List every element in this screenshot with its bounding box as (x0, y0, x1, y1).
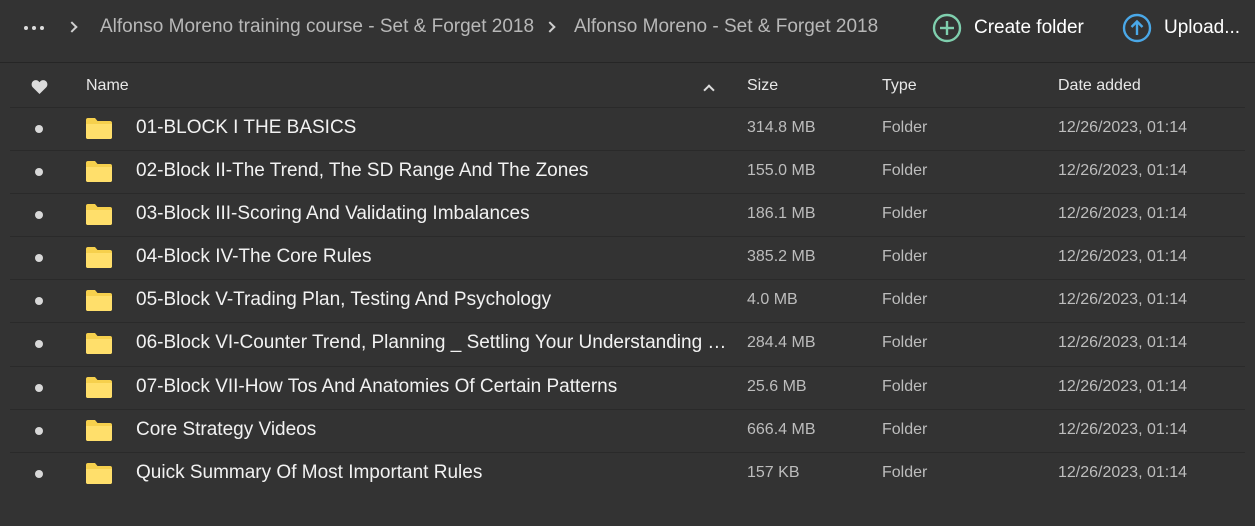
table-header: Name Size Type Date added (0, 64, 1255, 108)
row-name[interactable]: 06-Block VI-Counter Trend, Planning _ Se… (136, 332, 728, 354)
row-size: 284.4 MB (747, 334, 816, 352)
table-row[interactable]: 04-Block IV-The Core Rules 385.2 MB Folder… (10, 236, 1245, 279)
row-date: 12/26/2023, 01:14 (1058, 205, 1188, 223)
folder-icon (85, 461, 113, 485)
row-date: 12/26/2023, 01:14 (1058, 119, 1188, 136)
table-row[interactable]: Quick Summary Of Most Important Rules 157… (10, 451, 1245, 495)
sort-ascending-icon[interactable] (703, 83, 715, 95)
row-date: 12/26/2023, 01:14 (1058, 377, 1188, 395)
row-type: Folder (882, 248, 928, 266)
row-size: 155.0 MB (747, 162, 816, 180)
row-name[interactable]: 07-Block VII-How Tos And Anatomies Of Ce… (136, 376, 728, 398)
column-header-type[interactable]: Type (882, 77, 917, 95)
row-select-dot[interactable] (35, 125, 43, 133)
row-type: Folder (882, 463, 928, 481)
row-date: 12/26/2023, 01:14 (1058, 463, 1188, 481)
column-header-date[interactable]: Date added (1058, 77, 1141, 95)
table-row[interactable]: 05-Block V-Trading Plan, Testing And Psy… (10, 279, 1245, 322)
row-size: 385.2 MB (747, 248, 816, 266)
breadcrumb-item-current[interactable]: Alfonso Moreno - Set & Forget 2018 (574, 16, 878, 38)
row-select-dot[interactable] (35, 254, 43, 263)
row-name[interactable]: 02-Block II-The Trend, The SD Range And … (136, 160, 728, 182)
row-type: Folder (882, 334, 928, 352)
row-name[interactable]: 01-BLOCK I THE BASICS (136, 117, 728, 139)
table-row[interactable]: Core Strategy Videos 666.4 MB Folder 12/26/… (10, 408, 1245, 452)
folder-icon (85, 288, 113, 312)
row-type: Folder (882, 119, 928, 136)
folder-icon (85, 159, 113, 183)
upload-arrow-circle-icon (1122, 13, 1152, 43)
folder-icon (85, 202, 113, 226)
row-type: Folder (882, 162, 928, 180)
folder-icon (85, 116, 113, 140)
folder-icon (85, 331, 113, 355)
row-select-dot[interactable] (35, 168, 43, 177)
create-folder-label: Create folder (974, 17, 1084, 38)
table-row[interactable]: 02-Block II-The Trend, The SD Range And … (10, 150, 1245, 193)
table-row[interactable]: 01-BLOCK I THE BASICS 314.8 MB Folder 12/26… (10, 107, 1245, 150)
row-date: 12/26/2023, 01:14 (1058, 334, 1188, 352)
file-list: 01-BLOCK I THE BASICS 314.8 MB Folder 12/26… (10, 107, 1245, 495)
more-dots-icon[interactable] (24, 20, 48, 36)
row-size: 4.0 MB (747, 291, 798, 309)
row-type: Folder (882, 205, 928, 223)
create-folder-button[interactable]: Create folder (932, 12, 1084, 44)
column-header-name[interactable]: Name (86, 77, 129, 95)
row-name[interactable]: Quick Summary Of Most Important Rules (136, 462, 728, 484)
row-size: 186.1 MB (747, 205, 816, 223)
row-select-dot[interactable] (35, 469, 43, 478)
breadcrumb-item-course[interactable]: Alfonso Moreno training course - Set & F… (100, 16, 534, 38)
folder-icon (85, 245, 113, 269)
row-date: 12/26/2023, 01:14 (1058, 291, 1188, 309)
row-date: 12/26/2023, 01:14 (1058, 162, 1188, 180)
row-type: Folder (882, 377, 928, 395)
table-row[interactable]: 07-Block VII-How Tos And Anatomies Of Ce… (10, 365, 1245, 409)
row-type: Folder (882, 420, 928, 438)
row-select-dot[interactable] (35, 297, 43, 306)
column-header-size[interactable]: Size (747, 77, 778, 95)
row-select-dot[interactable] (35, 426, 43, 435)
plus-circle-icon (932, 13, 962, 43)
row-name[interactable]: 05-Block V-Trading Plan, Testing And Psy… (136, 289, 728, 311)
folder-icon (85, 375, 113, 399)
heart-icon[interactable] (31, 79, 48, 95)
row-size: 314.8 MB (747, 119, 816, 136)
row-name[interactable]: Core Strategy Videos (136, 419, 728, 441)
chevron-right-icon (546, 17, 556, 37)
upload-button[interactable]: Upload... (1122, 12, 1240, 44)
row-name[interactable]: 03-Block III-Scoring And Validating Imba… (136, 203, 728, 225)
row-select-dot[interactable] (35, 211, 43, 220)
row-select-dot[interactable] (35, 383, 43, 392)
table-row[interactable]: 03-Block III-Scoring And Validating Imba… (10, 193, 1245, 236)
row-name[interactable]: 04-Block IV-The Core Rules (136, 246, 728, 268)
divider (0, 62, 1255, 63)
row-type: Folder (882, 291, 928, 309)
folder-icon (85, 418, 113, 442)
row-select-dot[interactable] (35, 340, 43, 349)
row-size: 666.4 MB (747, 420, 816, 438)
chevron-right-icon (68, 17, 78, 37)
row-date: 12/26/2023, 01:14 (1058, 248, 1188, 266)
upload-label: Upload... (1164, 17, 1241, 38)
row-date: 12/26/2023, 01:14 (1058, 420, 1188, 438)
top-bar: Alfonso Moreno training course - Set & F… (0, 0, 1255, 58)
row-size: 25.6 MB (747, 377, 807, 395)
row-size: 157 KB (747, 463, 800, 481)
table-row[interactable]: 06-Block VI-Counter Trend, Planning _ Se… (10, 322, 1245, 365)
